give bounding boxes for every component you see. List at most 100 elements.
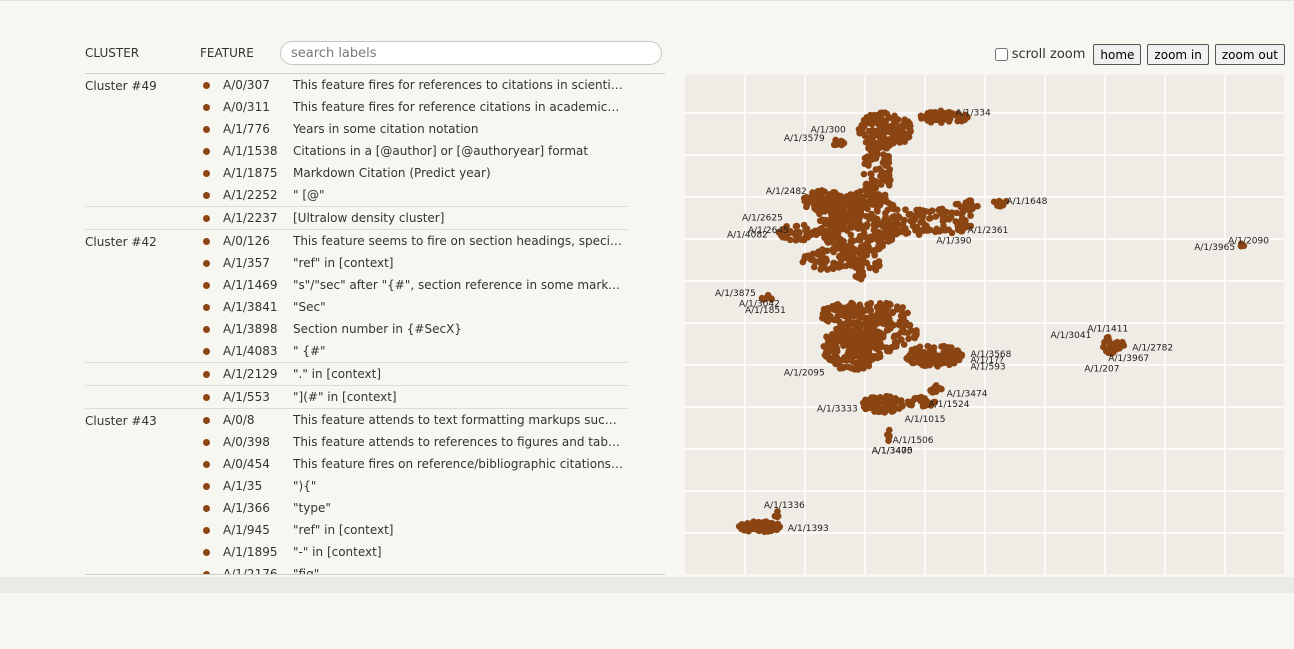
feature-point[interactable] xyxy=(896,397,903,405)
feature-point[interactable] xyxy=(906,401,913,408)
feature-point[interactable] xyxy=(864,205,871,213)
feature-point[interactable] xyxy=(828,193,836,201)
feature-point[interactable] xyxy=(823,204,831,212)
feature-point[interactable] xyxy=(904,229,912,237)
zoom-in-button[interactable]: zoom in xyxy=(1147,44,1209,65)
feature-point[interactable] xyxy=(886,315,893,323)
feature-point[interactable] xyxy=(936,206,943,213)
feature-point[interactable] xyxy=(892,137,900,144)
feature-point[interactable] xyxy=(879,302,886,310)
feature-point[interactable] xyxy=(887,396,895,404)
feature-point[interactable] xyxy=(792,237,800,244)
feature-point[interactable] xyxy=(833,356,840,364)
feature-point[interactable] xyxy=(905,133,913,141)
feature-point[interactable] xyxy=(889,308,896,316)
feature-point[interactable] xyxy=(885,156,892,164)
feature-point[interactable] xyxy=(996,202,1004,210)
feature-point[interactable] xyxy=(836,218,843,226)
feature-point[interactable] xyxy=(876,245,883,252)
feature-point[interactable] xyxy=(921,356,929,364)
feature-point[interactable] xyxy=(879,159,887,167)
feature-point[interactable] xyxy=(885,128,892,135)
feature-point[interactable] xyxy=(872,266,880,274)
feature-point[interactable] xyxy=(850,197,857,205)
feature-point[interactable] xyxy=(823,237,831,245)
feature-point[interactable] xyxy=(857,358,865,365)
feature-point[interactable] xyxy=(928,207,936,215)
feature-point[interactable] xyxy=(990,198,998,206)
feature-point[interactable] xyxy=(857,208,865,216)
feature-row[interactable]: A/1/2176 "fig" xyxy=(85,563,628,574)
feature-row[interactable]: A/1/945 "ref" in [context] xyxy=(85,519,628,541)
feature-point[interactable] xyxy=(879,196,886,204)
feature-point[interactable] xyxy=(945,226,952,234)
feature-point[interactable] xyxy=(814,227,822,234)
feature-point[interactable] xyxy=(774,512,782,520)
feature-point[interactable] xyxy=(878,173,886,180)
feature-point[interactable] xyxy=(830,263,838,271)
feature-point[interactable] xyxy=(873,206,881,213)
feature-point[interactable] xyxy=(868,190,876,198)
feature-point[interactable] xyxy=(850,204,858,212)
feature-point[interactable] xyxy=(816,198,823,205)
feature-point[interactable] xyxy=(861,328,868,336)
feature-point[interactable] xyxy=(842,341,849,348)
feature-point[interactable] xyxy=(837,199,845,207)
feature-point[interactable] xyxy=(959,225,967,233)
feature-point[interactable] xyxy=(919,219,927,227)
feature-point[interactable] xyxy=(893,225,901,233)
feature-point[interactable] xyxy=(828,212,836,219)
feature-point[interactable] xyxy=(859,272,867,279)
feature-point[interactable] xyxy=(827,345,835,352)
feature-point[interactable] xyxy=(901,216,908,224)
feature-point[interactable] xyxy=(804,252,812,259)
feature-point[interactable] xyxy=(873,127,881,135)
feature-point[interactable] xyxy=(829,334,836,342)
feature-point[interactable] xyxy=(881,409,889,416)
feature-point[interactable] xyxy=(933,225,941,233)
feature-row[interactable]: A/1/1538 Citations in a [@author] or [@au… xyxy=(85,140,628,162)
feature-row[interactable]: A/1/4083 " {#" xyxy=(85,340,628,362)
feature-point[interactable] xyxy=(759,522,767,530)
feature-point[interactable] xyxy=(864,234,872,242)
feature-point[interactable] xyxy=(934,116,941,123)
feature-point[interactable] xyxy=(893,206,901,214)
feature-point[interactable] xyxy=(863,221,871,228)
feature-point[interactable] xyxy=(968,205,976,213)
feature-point[interactable] xyxy=(861,248,868,256)
feature-row[interactable]: A/0/126 This feature seems to fire on sec… xyxy=(85,230,628,252)
feature-point[interactable] xyxy=(880,396,888,404)
feature-point[interactable] xyxy=(795,228,803,236)
feature-point[interactable] xyxy=(853,327,861,335)
feature-point[interactable] xyxy=(871,115,878,122)
home-button[interactable]: home xyxy=(1093,44,1142,65)
feature-point[interactable] xyxy=(883,344,890,351)
feature-point[interactable] xyxy=(862,334,869,342)
feature-point[interactable] xyxy=(860,170,868,178)
feature-point[interactable] xyxy=(831,306,838,314)
feature-point[interactable] xyxy=(824,304,832,312)
feature-point[interactable] xyxy=(939,110,946,118)
feature-point[interactable] xyxy=(938,343,945,350)
feature-point[interactable] xyxy=(897,328,905,336)
feature-point[interactable] xyxy=(1117,340,1125,347)
feature-point[interactable] xyxy=(818,216,826,224)
feature-point[interactable] xyxy=(926,348,934,356)
feature-point[interactable] xyxy=(917,393,925,401)
feature-point[interactable] xyxy=(847,332,854,340)
feature-point[interactable] xyxy=(845,363,852,371)
feature-point[interactable] xyxy=(887,301,894,309)
feature-point[interactable] xyxy=(903,354,910,362)
feature-point[interactable] xyxy=(884,322,891,329)
feature-row[interactable]: A/1/2129 "." in [context] xyxy=(85,363,628,385)
feature-point[interactable] xyxy=(739,526,747,533)
feature-point[interactable] xyxy=(852,264,859,271)
feature-row[interactable]: A/1/1875 Markdown Citation (Predict year) xyxy=(85,162,628,184)
feature-point[interactable] xyxy=(912,226,919,234)
feature-point[interactable] xyxy=(866,215,873,223)
feature-row[interactable]: A/0/311 This feature fires for reference … xyxy=(85,96,628,118)
feature-point[interactable] xyxy=(872,166,880,173)
scatter-plot[interactable]: A/1/334A/1/300A/1/3579A/1/2482A/1/1648A/… xyxy=(685,75,1284,574)
feature-row[interactable]: A/0/8 This feature attends to text format… xyxy=(85,409,628,431)
feature-point[interactable] xyxy=(838,138,846,145)
